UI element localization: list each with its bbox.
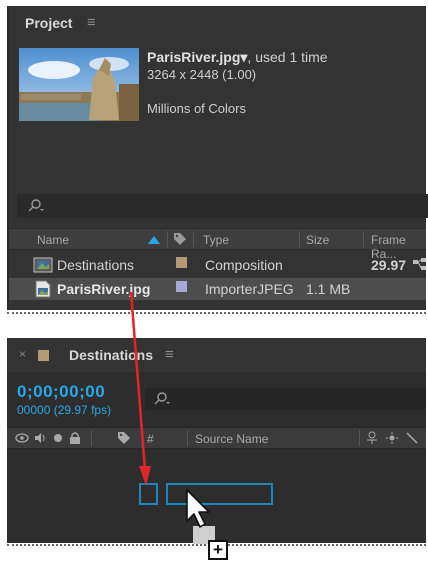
column-size[interactable]: Size (306, 233, 329, 247)
lock-icon[interactable] (69, 431, 81, 448)
hamburger-menu-icon[interactable]: ≡ (165, 346, 174, 363)
drop-target-indicator (139, 483, 158, 505)
label-tag-icon[interactable] (173, 232, 187, 249)
project-column-header: Name Type Size Frame Ra... (9, 228, 426, 261)
quality-icon[interactable] (405, 431, 419, 448)
column-source-name[interactable]: Source Name (195, 432, 268, 446)
project-search-input[interactable] (17, 194, 428, 218)
item-frame-rate: 29.97 (371, 257, 407, 273)
label-tag-icon[interactable] (117, 431, 131, 448)
selected-item-usage: , used 1 time (247, 49, 328, 65)
selected-item-colors: Millions of Colors (147, 101, 246, 116)
project-panel-title: Project (25, 15, 73, 31)
project-tab[interactable]: Project ≡ (9, 6, 426, 40)
search-icon[interactable] (27, 198, 47, 214)
column-name[interactable]: Name (37, 233, 69, 247)
column-number[interactable]: # (147, 432, 154, 446)
flowchart-icon[interactable] (413, 258, 427, 275)
drop-target-layer-outline (166, 483, 273, 505)
project-item-row-selected[interactable]: ParisRiver.jpg ImporterJPEG 1.1 MB (9, 278, 426, 300)
item-type: Composition (205, 257, 283, 273)
label-swatch[interactable] (176, 281, 187, 292)
column-type[interactable]: Type (203, 233, 229, 247)
label-swatch (38, 350, 49, 361)
current-time-display[interactable]: 0;00;00;00 (17, 382, 105, 402)
item-size: 1.1 MB (306, 281, 351, 297)
selected-item-name[interactable]: ParisRiver.jpg▾, used 1 time (147, 49, 328, 66)
item-type: ImporterJPEG (205, 281, 294, 297)
copy-plus-icon: + (208, 540, 228, 560)
search-icon[interactable] (153, 391, 173, 407)
cutaway-divider (7, 312, 426, 314)
project-item-row[interactable]: Destinations Composition 29.97 (9, 254, 426, 276)
hamburger-menu-icon[interactable]: ≡ (87, 14, 96, 31)
timeline-panel: × Destinations ≡ 0;00;00;00 00000 (29.97… (7, 338, 426, 543)
timeline-tab[interactable]: × Destinations ≡ (7, 338, 426, 372)
close-icon[interactable]: × (19, 347, 26, 361)
composition-icon (33, 257, 53, 276)
image-file-icon (35, 280, 51, 301)
item-name: Destinations (57, 257, 135, 273)
timeline-search-input[interactable] (145, 388, 426, 410)
solo-icon[interactable] (52, 432, 64, 447)
timeline-title: Destinations (69, 347, 154, 363)
selected-item-dimensions: 3264 x 2448 (1.00) (147, 67, 257, 82)
image-thumbnail (19, 48, 139, 121)
sort-ascending-icon[interactable] (147, 234, 161, 248)
frame-count-display: 00000 (29.97 fps) (17, 403, 112, 417)
collapse-icon[interactable] (385, 431, 399, 448)
selected-item-filename: ParisRiver.jpg (147, 49, 241, 65)
shy-icon[interactable] (365, 431, 379, 448)
audio-icon[interactable] (33, 431, 47, 448)
label-swatch[interactable] (176, 257, 187, 268)
eye-icon[interactable] (15, 431, 29, 448)
timeline-column-header: # Source Name (7, 427, 426, 449)
project-panel: Project ≡ ParisRiver.jpg▾, used 1 time 3… (7, 6, 428, 310)
item-name: ParisRiver.jpg (57, 281, 151, 297)
